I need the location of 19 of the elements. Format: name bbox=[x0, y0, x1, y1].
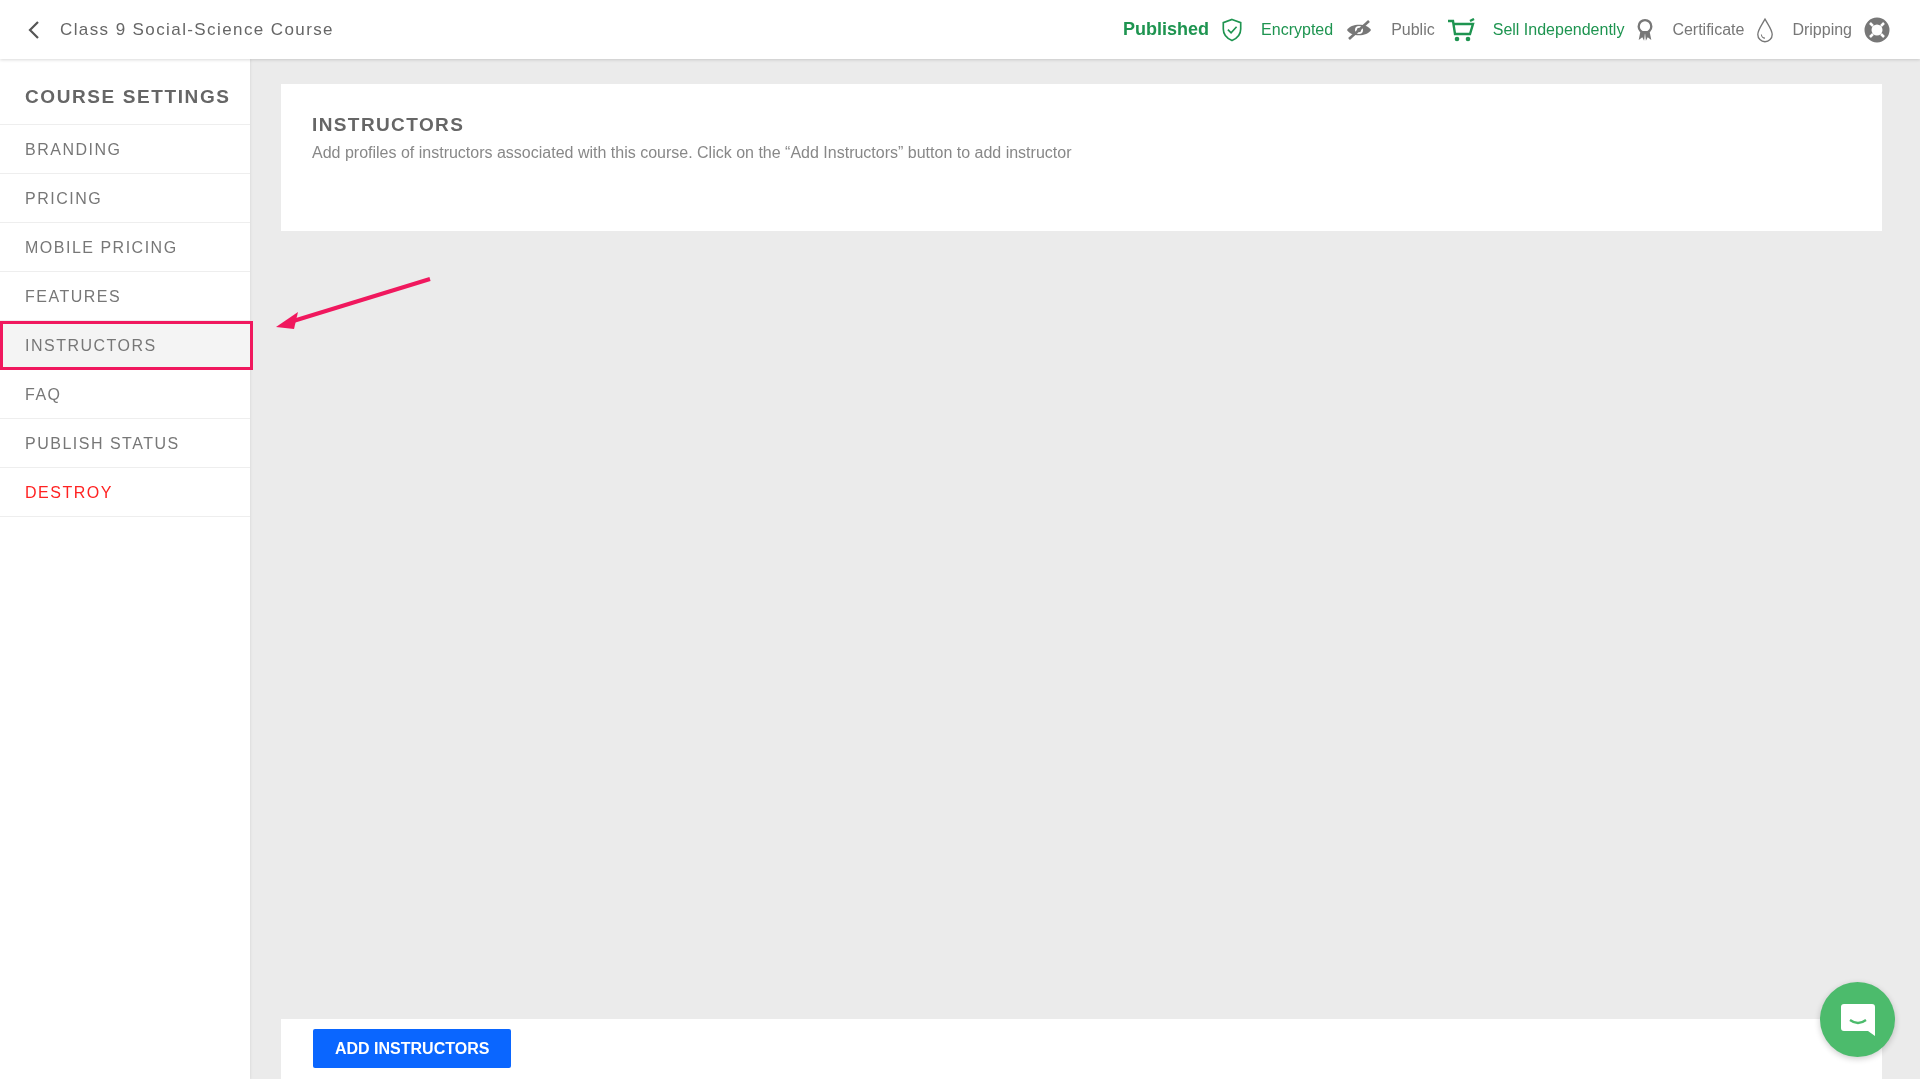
section-title: INSTRUCTORS bbox=[312, 114, 466, 136]
sidebar-item[interactable]: FAQ bbox=[0, 370, 250, 419]
section-description: Add profiles of instructors associated with this course. Click on the “Add Instructors” button to add instructor bbox=[312, 144, 1073, 162]
add-instructors-button[interactable]: ADD INSTRUCTORS bbox=[313, 1029, 512, 1068]
sidebar-item[interactable]: DESTROY bbox=[0, 468, 250, 517]
sidebar-item[interactable]: MOBILE PRICING bbox=[0, 223, 250, 272]
back-chevron-icon[interactable] bbox=[28, 19, 40, 40]
status-label: Public bbox=[1391, 20, 1435, 39]
course-title: Class 9 Social-Science Course bbox=[60, 19, 334, 40]
status-label: Encrypted bbox=[1261, 20, 1334, 39]
sidebar-item[interactable]: PRICING bbox=[0, 174, 250, 223]
status-label: Dripping bbox=[1792, 20, 1852, 39]
sidebar-item[interactable]: INSTRUCTORS bbox=[0, 321, 253, 370]
sidebar-item[interactable]: BRANDING bbox=[0, 125, 250, 174]
status-label: Certificate bbox=[1672, 20, 1745, 39]
sidebar-title: COURSE SETTINGS bbox=[0, 86, 250, 125]
status-label: Sell Independently bbox=[1492, 20, 1625, 39]
sidebar-item[interactable]: PUBLISH STATUS bbox=[0, 419, 250, 468]
status-label: Published bbox=[1123, 19, 1210, 40]
